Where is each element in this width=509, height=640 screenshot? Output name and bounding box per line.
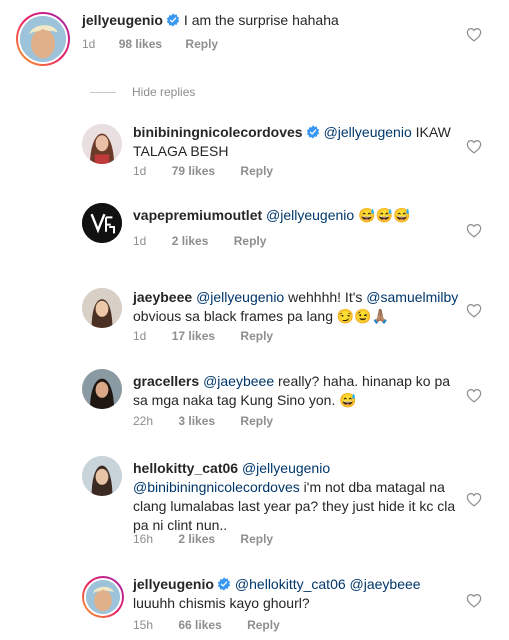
mention-link[interactable]: @jellyeugenio <box>242 460 330 476</box>
avatar[interactable] <box>82 369 122 409</box>
heart-icon[interactable] <box>466 27 482 42</box>
likes-count[interactable]: 79 likes <box>172 163 215 179</box>
verified-badge-icon <box>306 125 320 139</box>
mention-link[interactable]: @jellyeugenio <box>324 124 412 140</box>
username[interactable]: binibiningnicolecordoves <box>133 124 303 140</box>
username[interactable]: jellyeugenio <box>82 12 163 28</box>
username[interactable]: hellokitty_cat06 <box>133 460 238 476</box>
username[interactable]: gracellers <box>133 373 199 389</box>
comment-text: I am the surprise hahaha <box>183 12 339 28</box>
comment-text: obvious sa black frames pa lang 😏😉🙏🏽 <box>133 308 390 324</box>
hide-replies-label: Hide replies <box>132 85 196 99</box>
username[interactable]: vapepremiumoutlet <box>133 207 262 223</box>
mention-link[interactable]: @samuelmilby <box>366 289 458 305</box>
avatar[interactable] <box>82 124 122 164</box>
divider <box>90 91 116 93</box>
username[interactable]: jellyeugenio <box>133 576 214 592</box>
heart-icon[interactable] <box>466 139 482 154</box>
username[interactable]: jaeybeee <box>133 289 192 305</box>
reply-button[interactable]: Reply <box>185 36 218 52</box>
likes-count[interactable]: 66 likes <box>178 617 221 633</box>
likes-count[interactable]: 98 likes <box>119 36 162 52</box>
reply-button[interactable]: Reply <box>234 233 267 249</box>
reply-button[interactable]: Reply <box>240 413 273 429</box>
reply-button[interactable]: Reply <box>247 617 280 633</box>
reply-button[interactable]: Reply <box>240 328 273 344</box>
comment-text: luuuhh chismis kayo ghourl? <box>133 595 310 611</box>
mention-link[interactable]: @jellyeugenio <box>266 207 354 223</box>
avatar[interactable] <box>82 456 122 496</box>
heart-icon[interactable] <box>466 492 482 507</box>
heart-icon[interactable] <box>466 223 482 238</box>
mention-link[interactable]: @jaeybeee <box>350 576 421 592</box>
timestamp: 22h <box>133 414 154 428</box>
mention-link[interactable]: @binibiningnicolecordoves <box>133 479 300 495</box>
timestamp: 1d <box>133 234 147 248</box>
verified-badge-icon <box>166 13 180 27</box>
timestamp: 15h <box>133 618 154 632</box>
likes-count[interactable]: 2 likes <box>178 531 215 547</box>
verified-badge-icon <box>217 577 231 591</box>
mention-link[interactable]: @jaeybeee <box>203 373 274 389</box>
likes-count[interactable]: 2 likes <box>172 233 209 249</box>
timestamp: 1d <box>82 37 96 51</box>
mention-link[interactable]: @hellokitty_cat06 <box>235 576 346 592</box>
timestamp: 1d <box>133 164 147 178</box>
likes-count[interactable]: 3 likes <box>178 413 215 429</box>
heart-icon[interactable] <box>466 593 482 608</box>
avatar[interactable] <box>82 576 124 618</box>
hide-replies-button[interactable]: Hide replies <box>90 85 195 99</box>
likes-count[interactable]: 17 likes <box>172 328 215 344</box>
heart-icon[interactable] <box>466 388 482 403</box>
avatar[interactable] <box>82 288 122 328</box>
avatar[interactable] <box>16 12 70 66</box>
reply-button[interactable]: Reply <box>240 163 273 179</box>
timestamp: 16h <box>133 532 154 546</box>
heart-icon[interactable] <box>466 303 482 318</box>
mention-link[interactable]: @jellyeugenio <box>196 289 284 305</box>
comment-text: wehhhh! It's <box>284 289 367 305</box>
comment-text: 😅😅😅 <box>354 207 411 223</box>
avatar[interactable] <box>82 203 122 243</box>
timestamp: 1d <box>133 329 147 343</box>
reply-button[interactable]: Reply <box>240 531 273 547</box>
